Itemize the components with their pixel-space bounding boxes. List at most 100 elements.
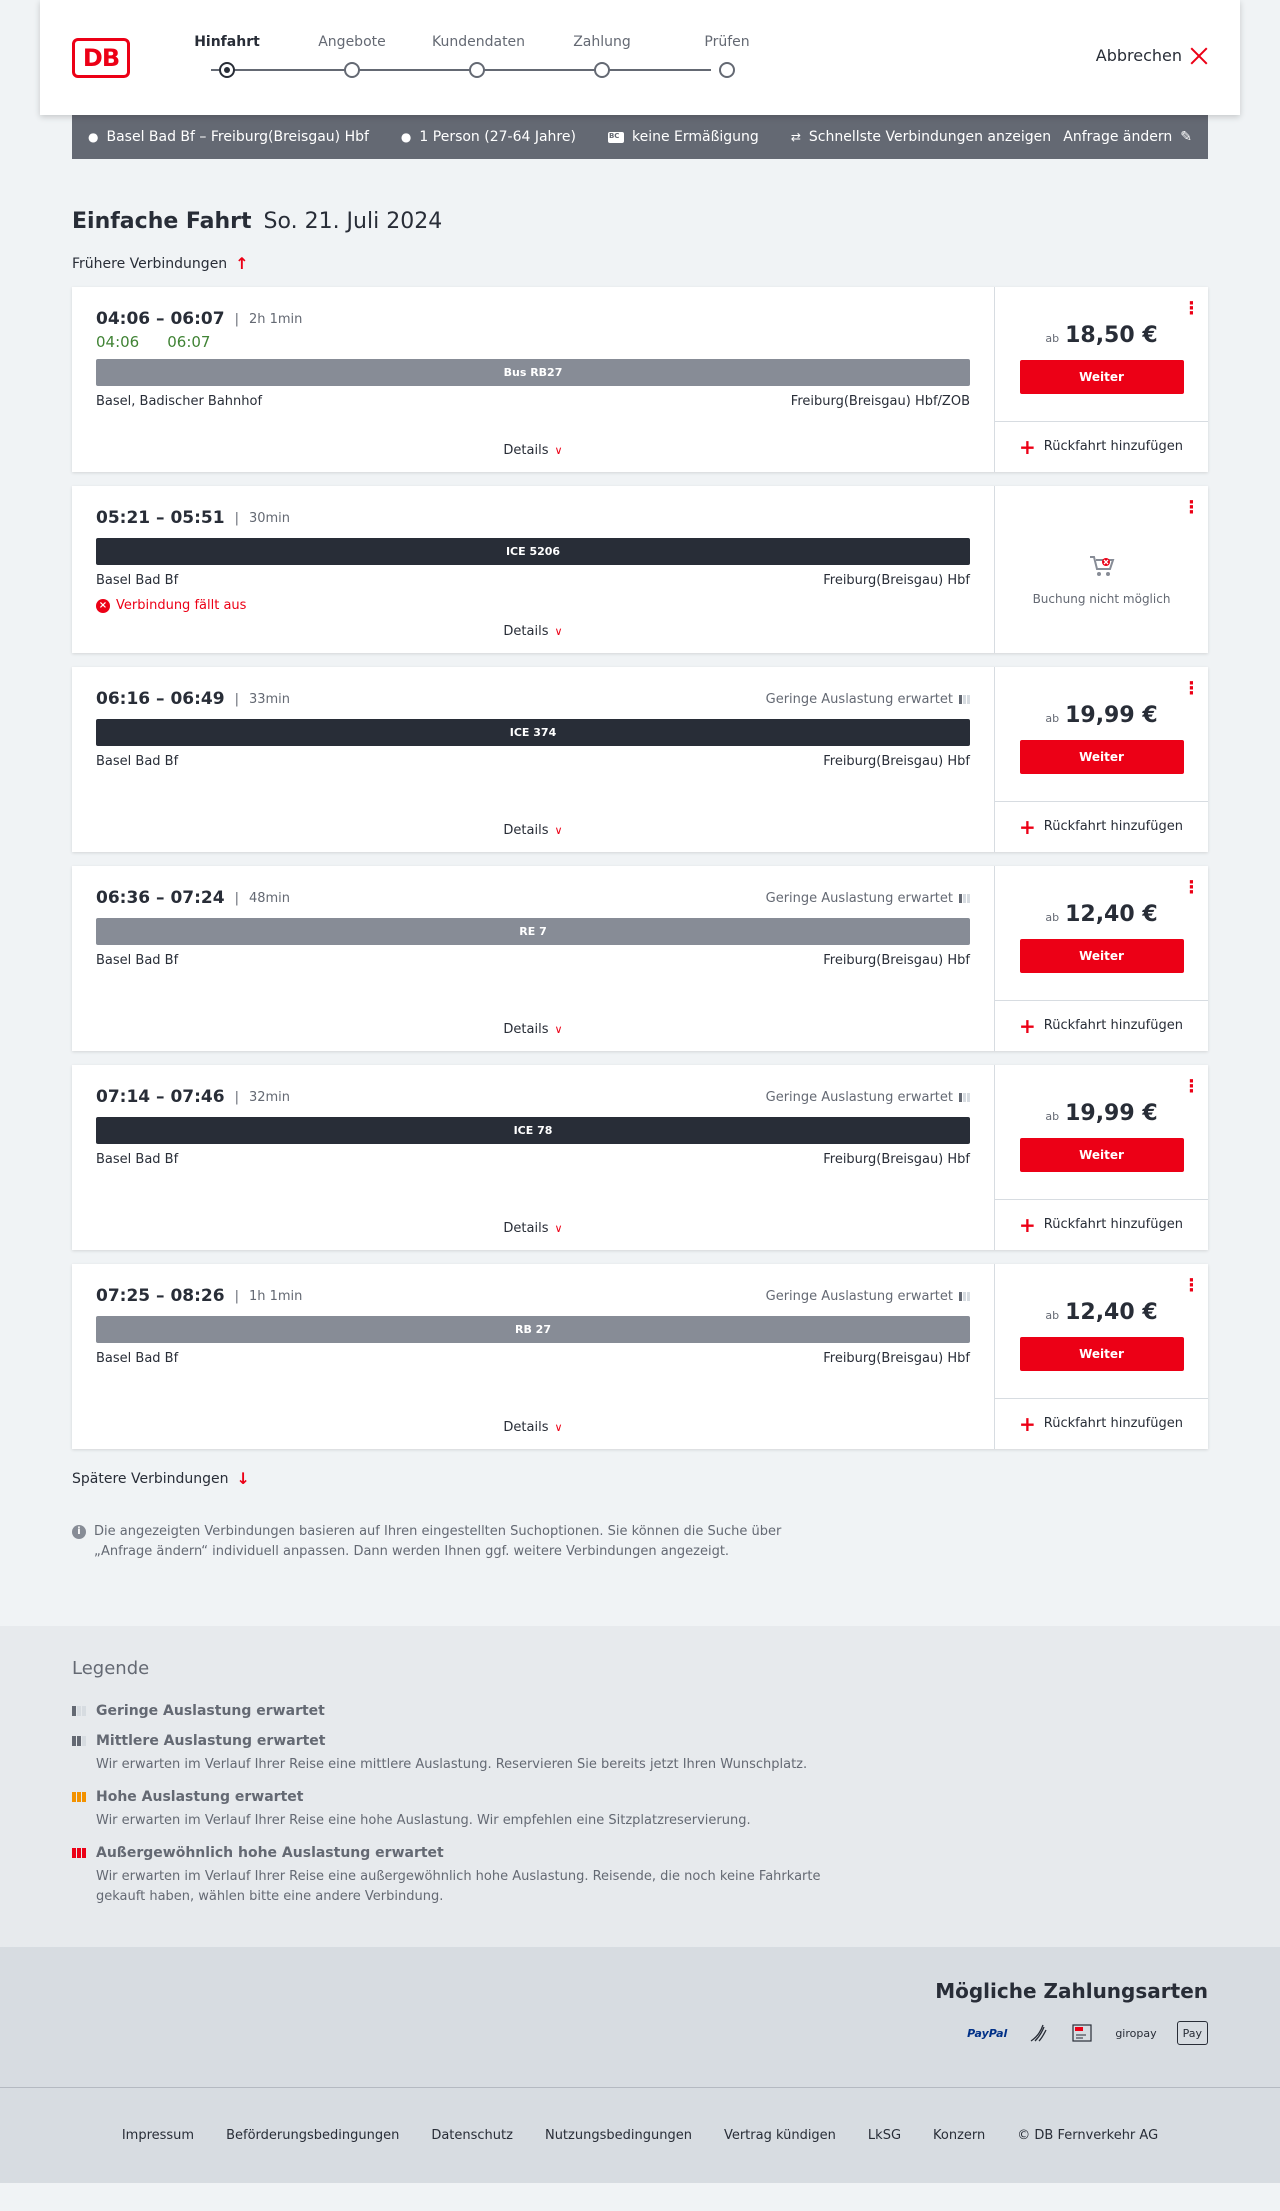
more-options-icon[interactable]: · · ·: [1188, 494, 1195, 522]
connection-card: 07:25 – 08:26 | 1h 1min Geringe Auslastu…: [72, 1264, 1208, 1449]
stations: Basel Bad Bf Freiburg(Breisgau) Hbf: [96, 1351, 970, 1366]
connection-info: 04:06 – 06:07 | 2h 1min 04:06 06:07 Bus …: [72, 287, 994, 472]
details-toggle[interactable]: Details ∨: [72, 624, 994, 639]
add-return-button[interactable]: + Rückfahrt hinzufügen: [995, 1199, 1208, 1249]
payment-icons: PayPal giropay Pay: [72, 2021, 1208, 2045]
connection-card: 06:36 – 07:24 | 48min Geringe Auslastung…: [72, 866, 1208, 1051]
connection-info: 06:36 – 07:24 | 48min Geringe Auslastung…: [72, 866, 994, 1051]
occupancy-text: Geringe Auslastung erwartet: [765, 890, 953, 906]
add-return-button[interactable]: + Rückfahrt hinzufügen: [995, 1000, 1208, 1050]
arrow-down-icon: ↓: [236, 1469, 250, 1488]
continue-button[interactable]: Weiter: [1019, 360, 1184, 394]
later-connections-link[interactable]: Spätere Verbindungen ↓: [72, 1469, 250, 1488]
chevron-down-icon: ∨: [554, 1222, 563, 1235]
step-label: Zahlung: [573, 34, 631, 50]
later-label: Spätere Verbindungen: [72, 1470, 229, 1487]
change-query-button[interactable]: Anfrage ändern ✎: [1063, 129, 1192, 145]
no-booking-area: Buchung nicht möglich: [995, 486, 1208, 653]
price-prefix: ab: [1045, 332, 1060, 345]
continue-button[interactable]: Weiter: [1019, 1337, 1184, 1371]
chevron-down-icon: ∨: [554, 824, 563, 837]
price: ab 18,50 €: [1045, 323, 1157, 348]
occupancy-low-icon: [959, 694, 970, 704]
occupancy-extreme-icon: [72, 1848, 88, 1858]
occupancy-low-icon: [959, 1092, 970, 1102]
legend-item-desc: Wir erwarten im Verlauf Ihrer Reise eine…: [96, 1813, 751, 1828]
train-bar[interactable]: RE 7: [96, 918, 970, 945]
footer-link-impressum[interactable]: Impressum: [122, 2128, 194, 2143]
stations: Basel Bad Bf Freiburg(Breisgau) Hbf: [96, 754, 970, 769]
separator: |: [234, 311, 239, 327]
fastest-text: Schnellste Verbindungen anzeigen: [808, 129, 1052, 145]
location-pin-icon: ●: [88, 130, 99, 144]
step-dot: [469, 62, 485, 78]
footer-link-lksg[interactable]: LkSG: [868, 2128, 901, 2143]
departure-station: Basel Bad Bf: [96, 754, 179, 769]
footer-link-nutzungsbedingungen[interactable]: Nutzungsbedingungen: [545, 2128, 692, 2143]
separator: |: [234, 1288, 239, 1304]
footer-link-konzern[interactable]: Konzern: [933, 2128, 985, 2143]
connection-info: 06:16 – 06:49 | 33min Geringe Auslastung…: [72, 667, 994, 852]
legend-item-title: Außergewöhnlich hohe Auslastung erwartet: [96, 1845, 444, 1861]
footer-link-datenschutz[interactable]: Datenschutz: [431, 2128, 513, 2143]
footer-link-befoerderungsbedingungen[interactable]: Beförderungsbedingungen: [226, 2128, 399, 2143]
footer-link-vertrag-kuendigen[interactable]: Vertrag kündigen: [724, 2128, 836, 2143]
more-options-icon[interactable]: · · ·: [1188, 874, 1195, 902]
step-label: Hinfahrt: [194, 34, 260, 50]
price-prefix: ab: [1045, 1309, 1060, 1322]
add-return-button[interactable]: + Rückfahrt hinzufügen: [995, 421, 1208, 471]
connection-duration: 2h 1min: [248, 311, 303, 327]
stations: Basel Bad Bf Freiburg(Breisgau) Hbf: [96, 1152, 970, 1167]
more-options-icon[interactable]: · · ·: [1188, 295, 1195, 323]
continue-button[interactable]: Weiter: [1019, 939, 1184, 973]
separator: |: [234, 890, 239, 906]
legend-item-title: Geringe Auslastung erwartet: [96, 1703, 325, 1719]
price: ab 12,40 €: [1045, 902, 1157, 927]
chevron-down-icon: ∨: [554, 1023, 563, 1036]
cancel-button[interactable]: Abbrechen: [1096, 46, 1208, 65]
details-toggle[interactable]: Details ∨: [72, 443, 994, 458]
train-bar[interactable]: ICE 78: [96, 1117, 970, 1144]
connection-duration: 1h 1min: [248, 1288, 303, 1304]
chevron-down-icon: ∨: [554, 625, 563, 638]
step-angebote: Angebote: [307, 34, 397, 78]
details-toggle[interactable]: Details ∨: [72, 1221, 994, 1236]
add-return-label: Rückfahrt hinzufügen: [1043, 439, 1183, 454]
add-return-button[interactable]: + Rückfahrt hinzufügen: [995, 801, 1208, 851]
main-content: Einfache Fahrt So. 21. Juli 2024 Frühere…: [0, 209, 1280, 1626]
connection-times: 06:16 – 06:49: [96, 689, 225, 709]
add-return-label: Rückfahrt hinzufügen: [1043, 1217, 1183, 1232]
continue-button[interactable]: Weiter: [1019, 1138, 1184, 1172]
details-toggle[interactable]: Details ∨: [72, 1022, 994, 1037]
more-options-icon[interactable]: · · ·: [1188, 675, 1195, 703]
more-options-icon[interactable]: · · ·: [1188, 1073, 1195, 1101]
details-label: Details: [503, 1022, 549, 1037]
apple-pay-icon: Pay: [1176, 2021, 1208, 2045]
add-return-button[interactable]: + Rückfahrt hinzufügen: [995, 1398, 1208, 1448]
train-bar[interactable]: Bus RB27: [96, 359, 970, 386]
add-return-label: Rückfahrt hinzufügen: [1043, 819, 1183, 834]
train-bar[interactable]: RB 27: [96, 1316, 970, 1343]
departure-station: Basel Bad Bf: [96, 1351, 179, 1366]
earlier-connections-link[interactable]: Frühere Verbindungen ↑: [72, 254, 249, 273]
step-label: Prüfen: [704, 34, 750, 50]
details-toggle[interactable]: Details ∨: [72, 1420, 994, 1435]
more-options-icon[interactable]: · · ·: [1188, 1272, 1195, 1300]
query-persons: ● 1 Person (27-64 Jahre): [401, 129, 576, 145]
plus-icon: +: [1019, 1013, 1036, 1038]
person-icon: ●: [400, 130, 412, 144]
route-text: Basel Bad Bf – Freiburg(Breisgau) Hbf: [106, 129, 369, 145]
legend-title: Legende: [72, 1658, 150, 1679]
train-bar[interactable]: ICE 5206: [96, 538, 970, 565]
price: ab 19,99 €: [1045, 1101, 1157, 1126]
realtime-departure: 04:06: [96, 333, 140, 351]
departure-station: Basel Bad Bf: [96, 953, 179, 968]
arrival-station: Freiburg(Breisgau) Hbf: [823, 754, 970, 769]
error-icon: ×: [96, 598, 110, 613]
connection-times: 06:36 – 07:24: [96, 888, 225, 908]
continue-button[interactable]: Weiter: [1019, 740, 1184, 774]
info-note-text: Die angezeigten Verbindungen basieren au…: [94, 1524, 782, 1559]
train-bar[interactable]: ICE 374: [96, 719, 970, 746]
db-logo[interactable]: DB: [72, 38, 130, 78]
details-toggle[interactable]: Details ∨: [72, 823, 994, 838]
